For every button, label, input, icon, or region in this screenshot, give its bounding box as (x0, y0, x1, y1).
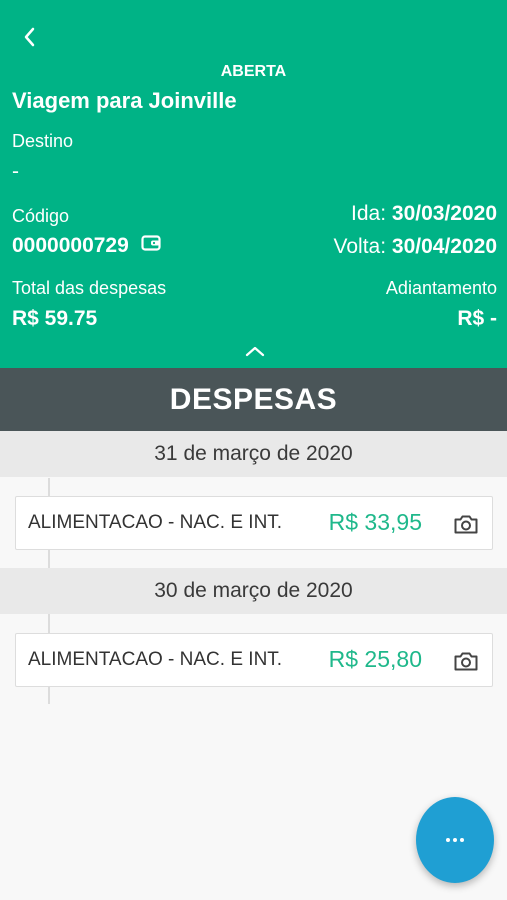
advance-label: Adiantamento (385, 278, 497, 298)
trip-status: ABERTA (220, 63, 287, 80)
expense-category: ALIMENTACAO - NAC. E INT. (28, 649, 283, 670)
camera-icon[interactable] (452, 647, 480, 675)
code-row: 0000000729 (12, 234, 161, 258)
expense-card[interactable]: ALIMENTACAO - NAC. E INT. R$ 33,95 (15, 496, 493, 550)
collapse-header-button[interactable] (243, 341, 267, 361)
expenses-section-title: DESPESAS (0, 368, 507, 431)
camera-icon[interactable] (452, 510, 480, 538)
destination-label: Destino (12, 131, 74, 151)
date-group-header: 30 de março de 2020 (0, 568, 507, 614)
expense-amount: R$ 25,80 (328, 646, 422, 672)
code-value: 0000000729 (12, 234, 129, 257)
expense-category: ALIMENTACAO - NAC. E INT. (28, 512, 283, 533)
advance-value: R$ - (457, 307, 497, 330)
wallet-icon[interactable] (141, 234, 161, 258)
code-label: Código (12, 206, 70, 226)
date-group-header: 31 de março de 2020 (0, 431, 507, 477)
expense-card[interactable]: ALIMENTACAO - NAC. E INT. R$ 25,80 (15, 633, 493, 687)
destination-value: - (12, 160, 19, 183)
total-value: R$ 59.75 (12, 307, 98, 330)
departure-label: Ida: (351, 202, 387, 225)
return-date: 30/04/2020 (391, 235, 497, 258)
return-label: Volta: (333, 235, 387, 258)
back-button[interactable] (14, 22, 44, 52)
trip-header: ABERTA Viagem para Joinville Destino - C… (0, 0, 507, 368)
more-dots-icon (445, 838, 466, 842)
departure-row: Ida: 30/03/2020 (351, 202, 497, 226)
chevron-up-icon (245, 346, 265, 357)
expense-amount: R$ 33,95 (328, 509, 422, 535)
return-row: Volta: 30/04/2020 (334, 235, 498, 259)
departure-date: 30/03/2020 (391, 202, 497, 225)
trip-title: Viagem para Joinville (12, 88, 237, 113)
more-actions-button[interactable] (416, 797, 494, 883)
back-arrow-icon (24, 27, 35, 47)
total-label: Total das despesas (12, 278, 167, 298)
